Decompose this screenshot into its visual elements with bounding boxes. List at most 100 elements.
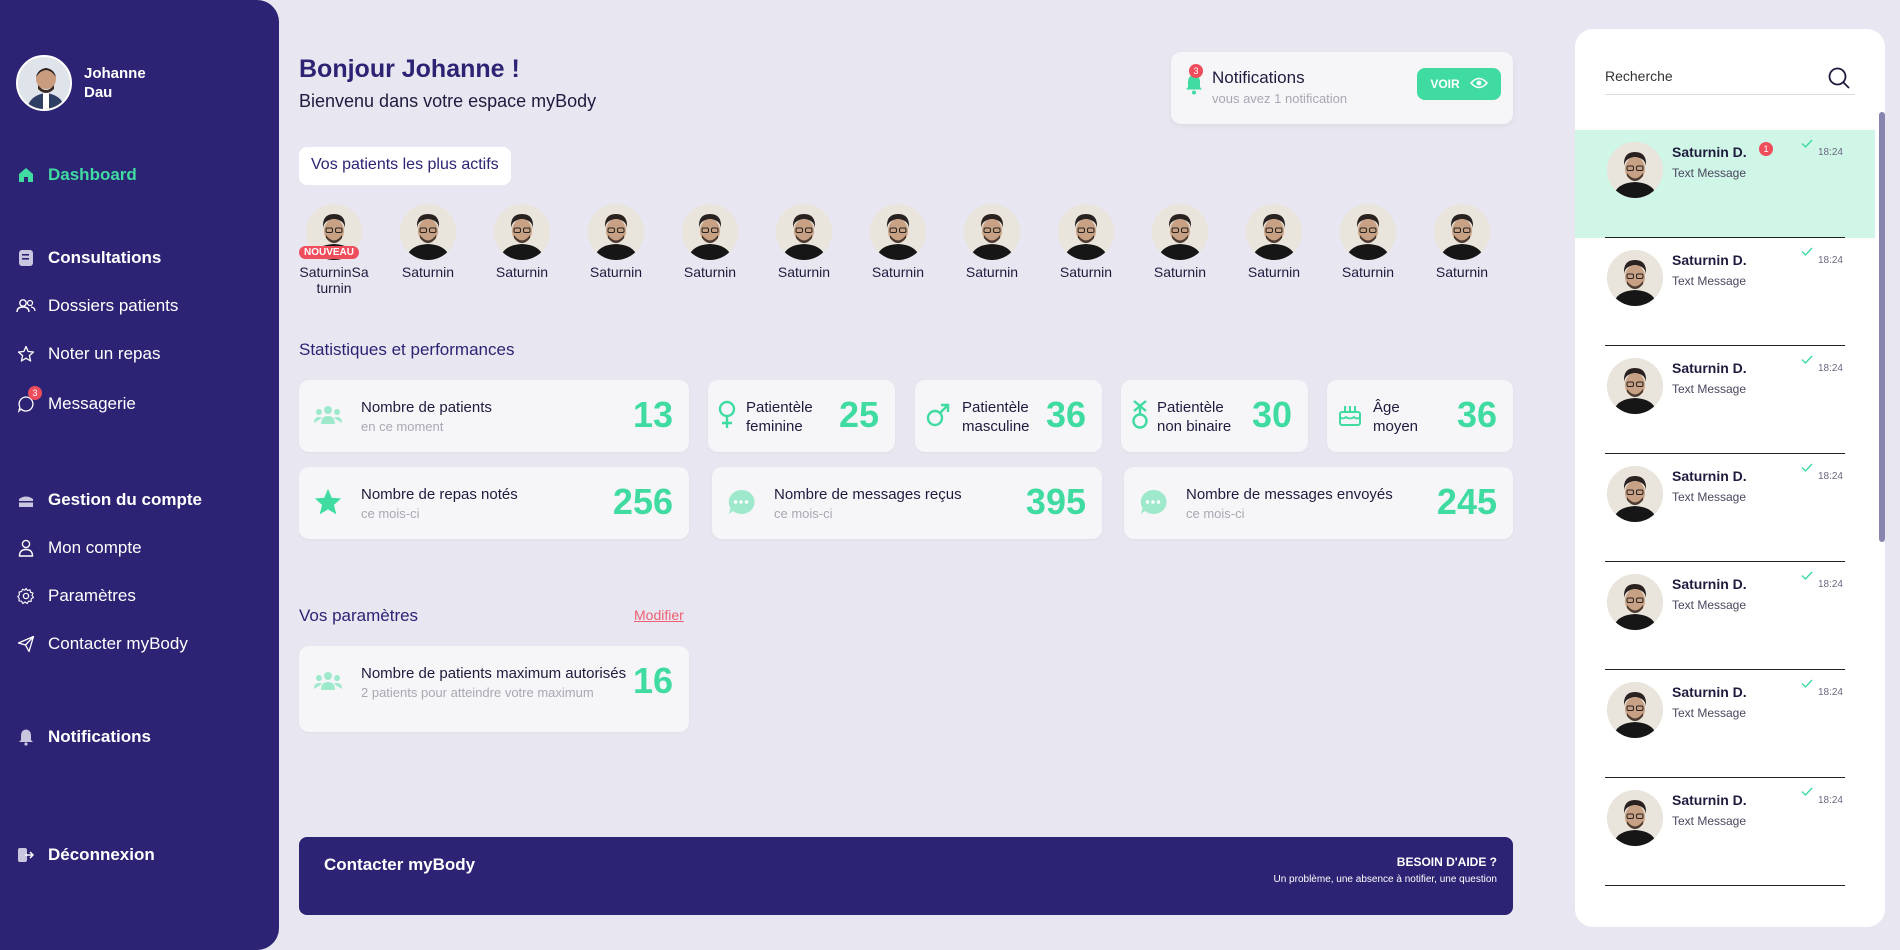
scrollbar[interactable]	[1879, 112, 1885, 542]
avatar	[1607, 358, 1663, 414]
stat-value: 36	[1045, 394, 1086, 435]
patient-item[interactable]: Saturnin	[957, 204, 1027, 280]
patient-item[interactable]: Saturnin	[675, 204, 745, 280]
patient-item[interactable]: Saturnin	[393, 204, 463, 280]
check-icon	[1801, 787, 1813, 799]
message-sender: Saturnin D.	[1672, 144, 1747, 160]
patient-item[interactable]: Saturnin	[1051, 204, 1121, 280]
male-icon	[923, 400, 953, 430]
sidebar-item-consultations[interactable]: Consultations	[16, 248, 161, 268]
settings-title: Vos paramètres	[299, 606, 419, 625]
document-icon	[16, 248, 36, 268]
patient-avatar	[400, 204, 456, 260]
message-item[interactable]: Saturnin D. Text Message 18:24	[1575, 562, 1875, 670]
sidebar-item-gestion[interactable]: Gestion du compte	[16, 490, 202, 510]
patient-item[interactable]: Saturnin	[769, 204, 839, 280]
avatar	[1607, 790, 1663, 846]
patient-item[interactable]: Saturnin	[1239, 204, 1309, 280]
sidebar-item-label: Messagerie	[48, 394, 136, 413]
sidebar-item-label: Notifications	[48, 727, 151, 746]
avatar	[1607, 466, 1663, 522]
patient-avatar	[682, 204, 738, 260]
sidebar-item-label: Mon compte	[48, 538, 142, 557]
stats-title: Statistiques et performances	[299, 340, 515, 359]
patient-item[interactable]: Saturnin	[1333, 204, 1403, 280]
stat-value: 16	[632, 660, 673, 701]
sidebar-item-deconnexion[interactable]: Déconnexion	[16, 845, 155, 865]
message-item[interactable]: Saturnin D. Text Message 18:24	[1575, 346, 1875, 454]
message-preview: Text Message	[1672, 814, 1747, 828]
stat-value: 13	[632, 394, 673, 435]
stat-label: Patientèle feminine	[746, 398, 813, 436]
chat-bubble-icon	[726, 487, 756, 517]
patient-item[interactable]: Saturnin	[863, 204, 933, 280]
notifications-badge: 3	[1189, 64, 1203, 78]
patient-item[interactable]: NOUVEAU SaturninSaturnin	[299, 204, 369, 296]
sidebar-item-contacter[interactable]: Contacter myBody	[16, 634, 188, 654]
patient-item[interactable]: Saturnin	[581, 204, 651, 280]
stat-sub: ce mois-ci	[1186, 506, 1245, 521]
message-item[interactable]: Saturnin D. Text Message 18:24	[1575, 670, 1875, 778]
logout-icon	[16, 845, 36, 865]
non-binary-icon	[1125, 400, 1155, 430]
user-profile[interactable]: Johanne Dau	[16, 55, 154, 111]
stat-sub: 2 patients pour atteindre votre maximum	[361, 685, 594, 700]
patient-name: Saturnin	[589, 264, 643, 280]
message-preview: Text Message	[1672, 274, 1747, 288]
bell-icon	[16, 727, 36, 747]
sidebar-item-notifications[interactable]: Notifications	[16, 727, 151, 747]
voir-button[interactable]: VOIR	[1417, 68, 1501, 100]
message-preview: Text Message	[1672, 598, 1747, 612]
avatar	[16, 55, 72, 111]
message-sender: Saturnin D.	[1672, 360, 1747, 376]
unread-badge: 1	[1759, 142, 1773, 156]
active-patients-title: Vos patients les plus actifs	[299, 147, 511, 185]
message-item[interactable]: Saturnin D. Text Message 18:24	[1575, 454, 1875, 562]
avatar	[1607, 142, 1663, 198]
modifier-link[interactable]: Modifier	[634, 607, 684, 623]
patient-item[interactable]: Saturnin	[1427, 204, 1497, 280]
stat-sub: ce mois-ci	[774, 506, 833, 521]
contact-banner[interactable]: Contacter myBody BESOIN D'AIDE ? Un prob…	[299, 837, 1513, 915]
sidebar-item-parametres[interactable]: Paramètres	[16, 586, 136, 606]
patient-avatar	[494, 204, 550, 260]
avatar	[1607, 682, 1663, 738]
sidebar-item-label: Consultations	[48, 248, 162, 267]
sidebar-item-dossiers[interactable]: Dossiers patients	[16, 296, 178, 316]
stat-sub: ce mois-ci	[361, 506, 420, 521]
users-icon	[313, 666, 343, 696]
sidebar-item-messagerie[interactable]: 3 Messagerie	[16, 386, 136, 414]
stat-card-feminine: Patientèle feminine 25	[708, 380, 895, 452]
stat-value: 256	[612, 481, 673, 522]
stat-card-non-binaire: Patientèle non binaire 30	[1121, 380, 1308, 452]
send-icon	[16, 634, 36, 654]
patient-avatar	[588, 204, 644, 260]
patient-item[interactable]: Saturnin	[487, 204, 557, 280]
avatar	[1607, 250, 1663, 306]
sidebar-item-noter-repas[interactable]: Noter un repas	[16, 344, 160, 364]
patient-name: Saturnin	[871, 264, 925, 280]
help-subtitle: Un problème, une absence à notifier, une…	[1273, 874, 1498, 885]
message-item[interactable]: Saturnin D. Text Message 18:24	[1575, 778, 1875, 886]
new-badge: NOUVEAU	[299, 246, 359, 259]
sidebar-item-label: Contacter myBody	[48, 634, 188, 653]
search-icon[interactable]	[1827, 66, 1851, 95]
sidebar-item-dashboard[interactable]: Dashboard	[16, 165, 137, 185]
help-title: BESOIN D'AIDE ?	[1396, 855, 1497, 869]
stat-label: Nombre de messages reçus	[774, 486, 962, 503]
sidebar-item-label: Déconnexion	[48, 845, 155, 864]
message-sender: Saturnin D.	[1672, 684, 1747, 700]
message-item[interactable]: Saturnin D. Text Message 18:24	[1575, 238, 1875, 346]
sidebar-item-mon-compte[interactable]: Mon compte	[16, 538, 142, 558]
stat-label: Patientèle masculine	[962, 398, 1030, 436]
cake-icon	[16, 490, 36, 510]
patient-avatar	[1434, 204, 1490, 260]
patient-item[interactable]: Saturnin	[1145, 204, 1215, 280]
check-icon	[1801, 679, 1813, 691]
message-item[interactable]: Saturnin D. Text Message 18:24 1	[1575, 130, 1875, 238]
search-input[interactable]	[1605, 61, 1805, 91]
users-icon	[313, 400, 343, 430]
check-icon	[1801, 247, 1813, 259]
page-title: Bonjour Johanne !	[299, 55, 520, 83]
notifications-card: 3 Notifications vous avez 1 notification…	[1171, 52, 1513, 124]
